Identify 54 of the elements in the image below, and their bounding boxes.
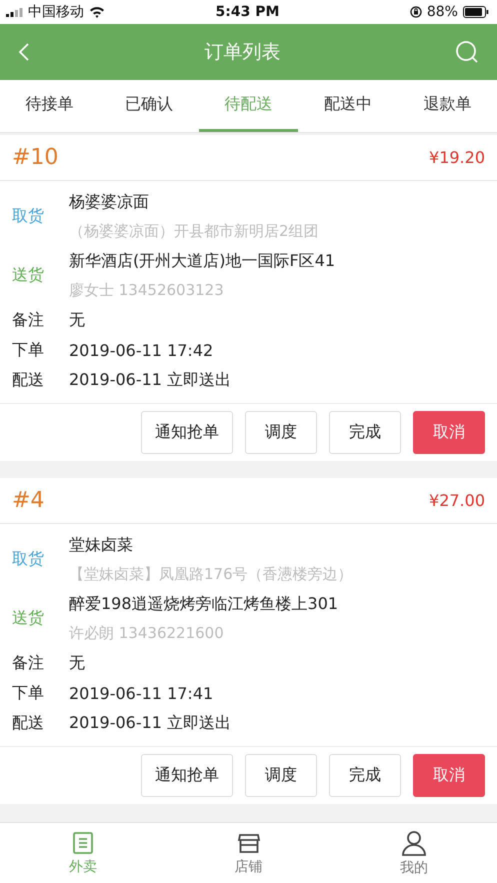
order-number: #10 [12,145,58,170]
detail-label: 配送 [12,370,45,390]
rotation-lock-icon [410,6,422,18]
signal-icon [6,8,23,16]
action-button[interactable]: 完成 [329,754,401,797]
order-price: ¥27.00 [429,491,485,510]
person-icon [401,830,428,856]
action-button[interactable]: 取消 [413,754,485,797]
detail-label: 下单 [12,340,45,360]
action-button[interactable]: 取消 [413,411,485,454]
action-button[interactable]: 通知抢单 [141,411,233,454]
action-button[interactable]: 调度 [245,411,317,454]
action-button[interactable]: 完成 [329,411,401,454]
nav-tab[interactable]: 店铺 [166,823,332,883]
order-number: #4 [12,488,44,513]
status-tab[interactable]: 配送中 [298,80,398,132]
status-tab[interactable]: 待接单 [0,80,100,132]
nav-tab[interactable]: 我的 [331,823,497,883]
detail-label: 备注 [12,310,45,330]
detail-value: 无 [69,310,85,330]
status-tab[interactable]: 已确认 [99,80,199,132]
shop-address: （杨婆婆凉面）开县都市新明居2组团 [69,221,319,242]
customer-contact: 廖女士 13452603123 [69,280,225,301]
detail-value: 2019-06-11 17:41 [69,684,214,702]
shop-name: 杨婆婆凉面 [69,191,150,213]
list-icon [70,830,95,854]
order-price: ¥19.20 [429,148,485,167]
delivery-label: 送货 [12,265,45,286]
customer-contact: 许必朗 13436221600 [69,623,225,644]
page-title: 订单列表 [204,40,280,65]
action-button[interactable]: 通知抢单 [141,754,233,797]
battery-percent: 88% [426,4,458,20]
pickup-label: 取货 [12,206,45,227]
delivery-address: 新华酒店(开州大道店)地一国际F区41 [69,250,336,272]
detail-label: 配送 [12,712,45,734]
detail-value: 2019-06-11 立即送出 [69,370,232,390]
clock-time: 5:43 PM [216,4,280,20]
battery-icon [462,6,489,18]
status-tab[interactable]: 退款单 [398,80,497,132]
shop-address: 【堂妹卤菜】凤凰路176号（香懑楼旁边） [69,564,353,585]
detail-label: 下单 [12,682,45,704]
action-button[interactable]: 调度 [245,754,317,797]
shop-name: 堂妹卤菜 [69,534,134,556]
carrier-name: 中国移动 [28,3,84,21]
delivery-label: 送货 [12,608,45,629]
detail-value: 无 [69,652,85,674]
back-icon [18,42,30,62]
detail-value: 2019-06-11 立即送出 [69,712,232,734]
delivery-address: 醉爱198逍遥烧烤旁临江烤鱼楼上301 [69,593,338,615]
search-icon [455,40,479,64]
detail-value: 2019-06-11 17:42 [69,340,214,360]
detail-label: 备注 [12,652,45,674]
pickup-label: 取货 [12,549,45,570]
wifi-icon [89,6,105,18]
